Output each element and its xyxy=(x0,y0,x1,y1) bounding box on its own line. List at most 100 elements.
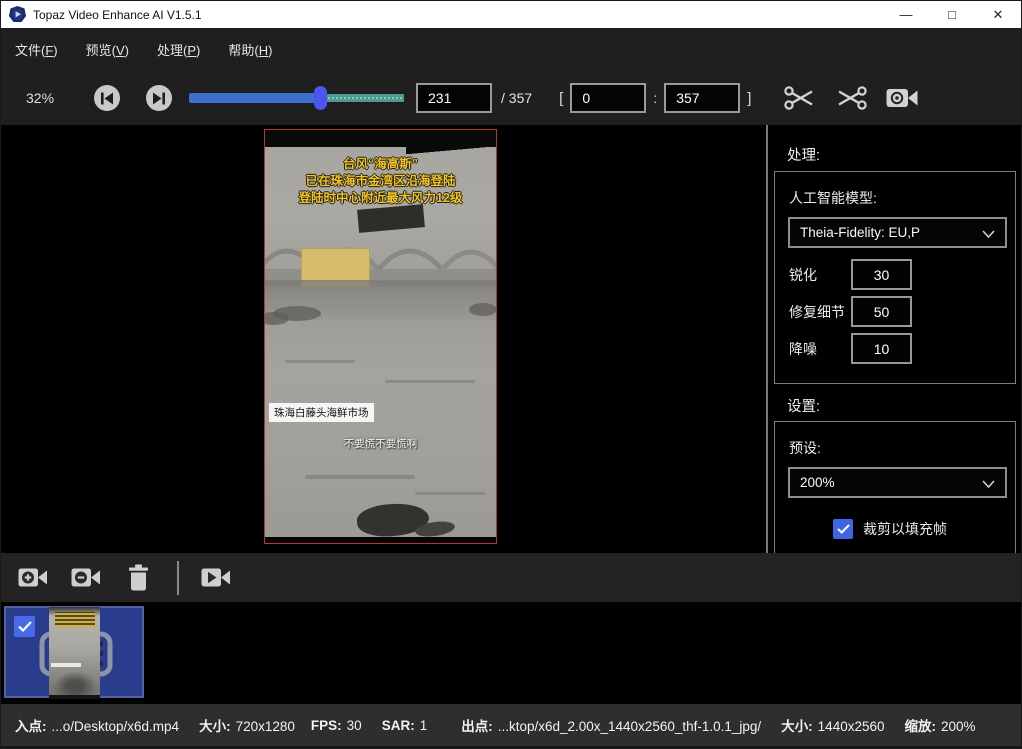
add-video-button[interactable] xyxy=(18,567,48,588)
status-input-size: 大小: 720x1280 xyxy=(199,715,295,735)
scissors-left-icon xyxy=(838,86,868,110)
status-fps-value: 30 xyxy=(346,717,362,733)
thumbnail-image xyxy=(49,607,100,699)
app-window: Topaz Video Enhance AI V1.5.1 — □ ✕ 文件(F… xyxy=(0,0,1022,749)
denoise-row: 降噪 xyxy=(775,333,1015,364)
camera-play-icon xyxy=(201,568,230,587)
preset-dropdown[interactable]: 200% xyxy=(788,467,1007,498)
thumbnail-checkbox[interactable] xyxy=(14,616,35,637)
trim-bracket-open: [ xyxy=(559,89,564,107)
thumbnail-debris xyxy=(53,671,97,697)
delete-button[interactable] xyxy=(127,564,150,591)
total-frames-label: / 357 xyxy=(501,90,533,106)
toolbar-divider xyxy=(177,560,179,595)
restore-detail-input[interactable] xyxy=(851,296,912,327)
restore-detail-row: 修复细节 xyxy=(775,296,1015,327)
crop-to-fill-label: 裁剪以填充帧 xyxy=(863,521,947,537)
current-frame-input[interactable] xyxy=(416,83,492,113)
trim-separator: : xyxy=(653,90,658,106)
chevron-down-icon xyxy=(982,230,995,238)
status-output-size: 大小: 1440x2560 xyxy=(781,715,884,735)
settings-heading: 设置: xyxy=(787,399,821,415)
preview-button[interactable] xyxy=(886,87,919,109)
menu-process[interactable]: 处理(P) xyxy=(157,40,200,59)
video-water-streak xyxy=(415,492,485,495)
skip-to-end-button[interactable] xyxy=(146,85,172,111)
status-output-size-label: 大小: xyxy=(781,719,813,734)
slider-fill xyxy=(189,93,326,103)
scissors-right-icon xyxy=(784,86,813,110)
status-scale-label: 缩放: xyxy=(904,719,937,734)
restore-detail-label: 修复细节 xyxy=(789,303,845,320)
ai-model-label: 人工智能模型: xyxy=(789,190,877,206)
video-location-label: 珠海白藤头海鲜市场 xyxy=(269,403,374,422)
video-frame: 台风“海高斯” 已在珠海市金湾区沿海登陆 登陆时中心附近最大风力12级 珠海白藤… xyxy=(265,130,496,543)
menu-process-text: 处理( xyxy=(157,43,188,58)
status-scale-value: 200% xyxy=(941,719,976,734)
crop-to-fill-row: 裁剪以填充帧 xyxy=(833,519,1015,539)
menu-bar: 文件(F) 预览(V) 处理(P) 帮助(H) xyxy=(1,28,1021,71)
trim-start-input[interactable] xyxy=(570,83,647,113)
denoise-input[interactable] xyxy=(851,333,912,364)
menu-help-close: ) xyxy=(268,43,273,58)
menu-preview-mnemonic: V xyxy=(115,43,125,58)
playback-toolbar: 32% / 357 [ : ] xyxy=(1,71,1021,125)
status-sar-value: 1 xyxy=(419,717,428,733)
skip-to-start-icon xyxy=(101,92,113,104)
menu-file-close: ) xyxy=(53,43,58,58)
window-controls: — □ ✕ xyxy=(883,1,1021,28)
skip-to-end-icon xyxy=(153,92,165,104)
denoise-label: 降噪 xyxy=(789,340,817,357)
ai-model-dropdown[interactable]: Theia-Fidelity: EU,P xyxy=(788,217,1007,248)
timeline-slider[interactable] xyxy=(189,86,404,110)
slider-thumb[interactable] xyxy=(314,86,327,110)
app-logo-icon xyxy=(9,6,26,23)
status-out-point: 出点: ...ktop/x6d_2.00x_1440x2560_thf-1.0.1… xyxy=(461,715,761,735)
video-top-bar xyxy=(265,130,496,155)
ai-model-value: Theia-Fidelity: EU,P xyxy=(800,225,921,240)
menu-preview[interactable]: 预览(V) xyxy=(86,40,129,59)
settings-groupbox: 预设: 200% 裁剪以填充帧 xyxy=(774,421,1016,561)
minimize-button[interactable]: — xyxy=(883,1,929,28)
video-subtitle: 不要慌不要慌啊 xyxy=(343,438,418,450)
menu-file[interactable]: 文件(F) xyxy=(15,40,58,59)
video-water-streak xyxy=(285,360,355,363)
clip-toolbar xyxy=(1,553,1021,602)
window-title: Topaz Video Enhance AI V1.5.1 xyxy=(33,7,202,22)
trim-end-input[interactable] xyxy=(664,83,741,113)
status-fps-label: FPS: xyxy=(310,717,342,733)
menu-preview-text: 预览( xyxy=(85,43,116,58)
thumbnail-strip xyxy=(1,602,1021,704)
camera-minus-icon xyxy=(71,568,100,587)
maximize-button[interactable]: □ xyxy=(929,1,975,28)
preset-label: 预设: xyxy=(789,440,821,456)
status-fps: FPS: 30 xyxy=(311,718,362,733)
status-sar-label: SAR: xyxy=(381,717,415,733)
menu-help[interactable]: 帮助(H) xyxy=(228,40,272,59)
video-overlay-title-line1: 台风“海高斯” xyxy=(342,157,418,171)
crop-to-fill-checkbox[interactable] xyxy=(833,519,853,539)
menu-help-text: 帮助( xyxy=(228,43,259,58)
menu-help-mnemonic: H xyxy=(258,43,269,58)
video-overlay-title-line2: 已在珠海市金湾区沿海登陆 xyxy=(305,174,456,188)
process-video-button[interactable] xyxy=(201,567,231,588)
video-car-shape xyxy=(469,303,496,316)
video-thumbnail-tile[interactable] xyxy=(4,606,144,699)
camera-plus-icon xyxy=(18,568,47,587)
process-heading: 处理: xyxy=(787,148,821,164)
close-button[interactable]: ✕ xyxy=(975,1,1021,28)
trim-in-button[interactable] xyxy=(784,85,815,111)
trash-icon xyxy=(129,564,148,591)
remove-video-button[interactable] xyxy=(71,567,101,588)
video-overlay-title: 台风“海高斯” 已在珠海市金湾区沿海登陆 登陆时中心附近最大风力12级 xyxy=(265,156,496,207)
video-car-shape xyxy=(265,312,289,325)
settings-panel: 处理: 人工智能模型: Theia-Fidelity: EU,P 锐化 修复细节 xyxy=(768,125,1021,561)
status-output-size-value: 1440x2560 xyxy=(817,719,885,734)
video-preview[interactable]: 台风“海高斯” 已在珠海市金湾区沿海登陆 登陆时中心附近最大风力12级 珠海白藤… xyxy=(264,129,497,544)
trim-out-button[interactable] xyxy=(836,85,868,111)
sharpen-input[interactable] xyxy=(851,259,912,290)
status-in-point: 入点: ...o/Desktop/x6d.mp4 xyxy=(15,715,179,735)
menu-process-close: ) xyxy=(196,43,201,58)
status-input-size-label: 大小: xyxy=(199,719,231,734)
skip-to-start-button[interactable] xyxy=(94,85,120,111)
